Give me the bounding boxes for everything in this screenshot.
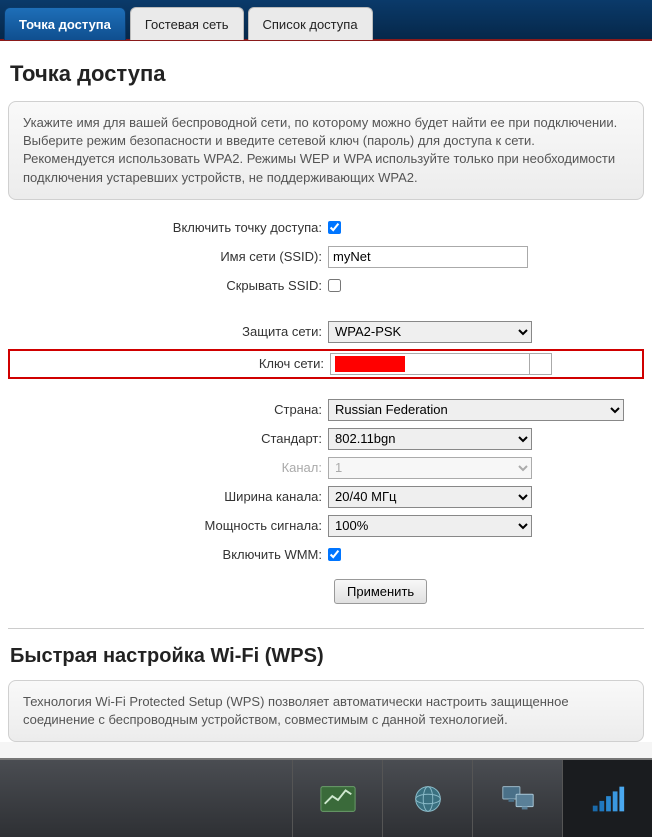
divider: [8, 628, 644, 629]
standard-label: Стандарт:: [8, 431, 328, 446]
channel-label: Канал:: [8, 460, 328, 475]
wmm-label: Включить WMM:: [8, 547, 328, 562]
nav-stats[interactable]: [292, 760, 382, 837]
wmm-checkbox[interactable]: [328, 548, 341, 561]
channel-select: 1: [328, 457, 532, 479]
country-label: Страна:: [8, 402, 328, 417]
globe-icon: [409, 782, 447, 816]
width-select[interactable]: 20/40 МГц: [328, 486, 532, 508]
standard-select[interactable]: 802.11bgn: [328, 428, 532, 450]
power-select[interactable]: 100%: [328, 515, 532, 537]
network-key-row: Ключ сети:: [8, 349, 644, 379]
hide-ssid-label: Скрывать SSID:: [8, 278, 328, 293]
tab-access-list[interactable]: Список доступа: [248, 7, 373, 40]
page-title: Точка доступа: [10, 61, 644, 87]
tab-guest-network[interactable]: Гостевая сеть: [130, 7, 244, 40]
key-label: Ключ сети:: [10, 356, 330, 371]
nav-wifi[interactable]: [562, 760, 652, 837]
form-area: Включить точку доступа: Имя сети (SSID):…: [8, 216, 644, 620]
power-label: Мощность сигнала:: [8, 518, 328, 533]
bottom-bar: [0, 758, 652, 837]
nav-internet[interactable]: [382, 760, 472, 837]
tabs-bar: Точка доступа Гостевая сеть Список досту…: [0, 0, 652, 41]
enable-label: Включить точку доступа:: [8, 220, 328, 235]
key-input[interactable]: [330, 353, 530, 375]
content-area: Точка доступа Укажите имя для вашей бесп…: [0, 41, 652, 742]
nav-lan[interactable]: [472, 760, 562, 837]
security-select[interactable]: WPA2-PSK: [328, 321, 532, 343]
tab-access-point[interactable]: Точка доступа: [4, 7, 126, 40]
monitors-icon: [499, 782, 537, 816]
country-select[interactable]: Russian Federation: [328, 399, 624, 421]
key-redacted: [335, 356, 405, 372]
ssid-input[interactable]: [328, 246, 528, 268]
wps-intro-box: Технология Wi-Fi Protected Setup (WPS) п…: [8, 680, 644, 742]
enable-checkbox[interactable]: [328, 221, 341, 234]
ssid-label: Имя сети (SSID):: [8, 249, 328, 264]
security-label: Защита сети:: [8, 324, 328, 339]
apply-button[interactable]: Применить: [334, 579, 427, 604]
hide-ssid-checkbox[interactable]: [328, 279, 341, 292]
key-reveal-button[interactable]: [530, 353, 552, 375]
chart-icon: [319, 782, 357, 816]
wps-title: Быстрая настройка Wi-Fi (WPS): [10, 645, 644, 668]
signal-bars-icon: [589, 782, 627, 816]
intro-box: Укажите имя для вашей беспроводной сети,…: [8, 101, 644, 200]
width-label: Ширина канала:: [8, 489, 328, 504]
